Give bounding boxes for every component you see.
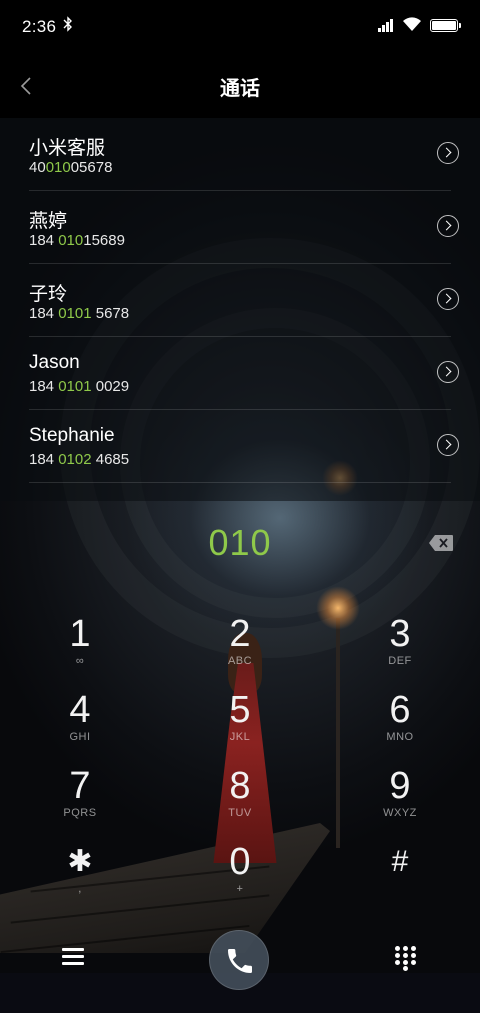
page-title: 通话 [220,78,260,100]
status-time: 2:36 [22,17,57,36]
status-bar: 2:36 [0,0,480,54]
contact-detail-button[interactable] [437,215,459,237]
matched-digits: 010 [58,232,84,249]
call-button[interactable] [209,930,269,990]
dialed-number: 010 [208,522,272,563]
contact-detail-button[interactable] [437,142,459,164]
backspace-icon[interactable] [428,534,454,552]
matched-digits: 0101 [58,378,92,395]
key-star[interactable]: ✱ , [20,828,140,902]
contact-detail-button[interactable] [437,361,459,383]
contact-result-row[interactable]: 小米客服 4001005678 [0,118,480,191]
wifi-icon [402,16,422,32]
matched-digits: 0102 [58,451,92,468]
matched-digits: 0101 [58,305,92,322]
contact-number: 184 01015689 [29,232,125,249]
menu-icon[interactable] [62,948,84,966]
contact-number: 4001005678 [29,159,113,176]
contact-detail-button[interactable] [437,288,459,310]
contact-number: 184 0101 0029 [29,378,130,395]
key-0[interactable]: 0 + [180,828,300,902]
contact-result-row[interactable]: Stephanie 184 0102 4685 [0,410,480,483]
contact-name: Stephanie [29,425,115,446]
key-8[interactable]: 8 TUV [180,752,300,826]
contact-name: 子玲 [29,284,68,305]
contact-result-row[interactable]: Jason 184 0101 0029 [0,337,480,410]
bluetooth-icon [63,16,73,37]
key-hash[interactable]: # [340,828,460,902]
phone-icon [224,945,256,977]
bottom-action-bar [0,928,480,1013]
contact-name: Jason [29,352,80,373]
key-7[interactable]: 7 PQRS [20,752,140,826]
signal-icon [378,18,396,32]
key-4[interactable]: 4 GHI [20,676,140,750]
contact-name: 燕婷 [29,211,68,232]
contact-number: 184 0101 5678 [29,305,130,322]
divider [29,482,451,483]
key-5[interactable]: 5 JKL [180,676,300,750]
title-bar: 通话 [0,54,480,118]
key-6[interactable]: 6 MNO [340,676,460,750]
key-1[interactable]: 1 ∞ [20,600,140,674]
key-3[interactable]: 3 DEF [340,600,460,674]
dialpad-icon[interactable] [395,946,417,971]
contact-name: 小米客服 [29,138,106,159]
contact-result-row[interactable]: 燕婷 184 01015689 [0,191,480,264]
voicemail-icon: ∞ [75,655,85,667]
matched-digits: 010 [45,159,71,176]
contact-results-list: 小米客服 4001005678 燕婷 184 01015689 子玲 184 0… [0,118,480,501]
contact-number: 184 0102 4685 [29,451,130,468]
contact-detail-button[interactable] [437,434,459,456]
battery-icon [430,19,461,32]
key-9[interactable]: 9 WXYZ [340,752,460,826]
key-2[interactable]: 2 ABC [180,600,300,674]
contact-result-row[interactable]: 子玲 184 0101 5678 [0,264,480,337]
